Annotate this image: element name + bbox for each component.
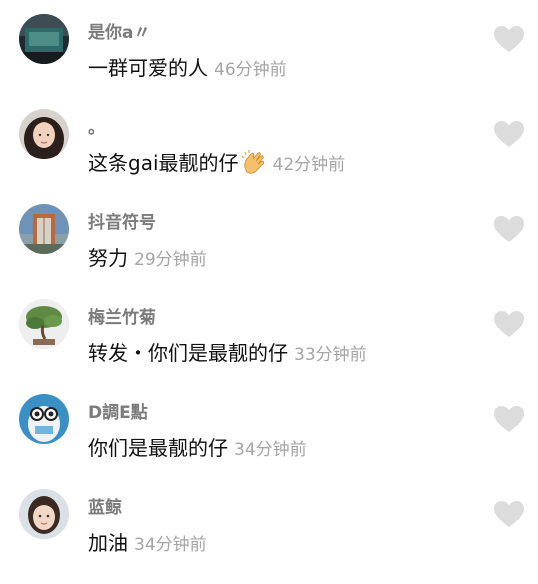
- username[interactable]: 是你a〃: [88, 18, 150, 43]
- comment-item: 抖音符号 努力 29分钟前: [0, 204, 538, 299]
- avatar[interactable]: [19, 109, 69, 159]
- comment-text: 你们是最靓的仔: [88, 436, 228, 460]
- avatar[interactable]: [19, 14, 69, 64]
- comment-item: 梅兰竹菊 转发・你们是最靓的仔 33分钟前: [0, 299, 538, 394]
- like-heart-icon[interactable]: [494, 311, 524, 338]
- comment-time: 34分钟前: [134, 535, 207, 555]
- like-heart-icon[interactable]: [494, 216, 524, 243]
- like-heart-icon[interactable]: [494, 501, 524, 528]
- like-heart-icon[interactable]: [494, 406, 524, 433]
- comment-time: 33分钟前: [294, 345, 367, 365]
- comment-time: 34分钟前: [234, 440, 307, 460]
- comment-time: 42分钟前: [272, 155, 346, 175]
- avatar[interactable]: [19, 394, 69, 444]
- comment-line: 一群可爱的人 46分钟前: [88, 52, 287, 81]
- username[interactable]: D調E點: [88, 398, 148, 423]
- comment-text: 加油: [88, 531, 128, 555]
- comment-item: 是你a〃 一群可爱的人 46分钟前: [0, 14, 538, 109]
- comment-line: 加油 34分钟前: [88, 527, 207, 556]
- clapping-hands-icon: [241, 150, 267, 176]
- comment-line: 你们是最靓的仔 34分钟前: [88, 432, 307, 461]
- username[interactable]: 蓝鲸: [88, 493, 122, 518]
- comment-line: 努力 29分钟前: [88, 242, 207, 271]
- comment-text: 一群可爱的人: [88, 56, 208, 80]
- comment-text: 努力: [88, 246, 128, 270]
- username[interactable]: 抖音符号: [88, 208, 156, 233]
- comment-item: D調E點 你们是最靓的仔 34分钟前: [0, 394, 538, 489]
- comment-time: 46分钟前: [214, 60, 287, 80]
- comment-line: 转发・你们是最靓的仔 33分钟前: [88, 337, 367, 366]
- avatar[interactable]: [19, 204, 69, 254]
- like-heart-icon[interactable]: [494, 26, 524, 53]
- comment-time: 29分钟前: [134, 250, 207, 270]
- like-heart-icon[interactable]: [494, 121, 524, 148]
- username[interactable]: 。: [88, 113, 105, 138]
- comment-line: 这条gai最靓的仔 42分钟前: [88, 147, 345, 176]
- avatar[interactable]: [19, 299, 69, 349]
- comment-text: 转发・你们是最靓的仔: [88, 341, 288, 365]
- comment-item: 。 这条gai最靓的仔 42分钟前: [0, 109, 538, 204]
- avatar[interactable]: [19, 489, 69, 539]
- comment-text: 这条gai最靓的仔: [88, 151, 239, 175]
- username[interactable]: 梅兰竹菊: [88, 303, 156, 328]
- comment-item: 蓝鲸 加油 34分钟前: [0, 489, 538, 584]
